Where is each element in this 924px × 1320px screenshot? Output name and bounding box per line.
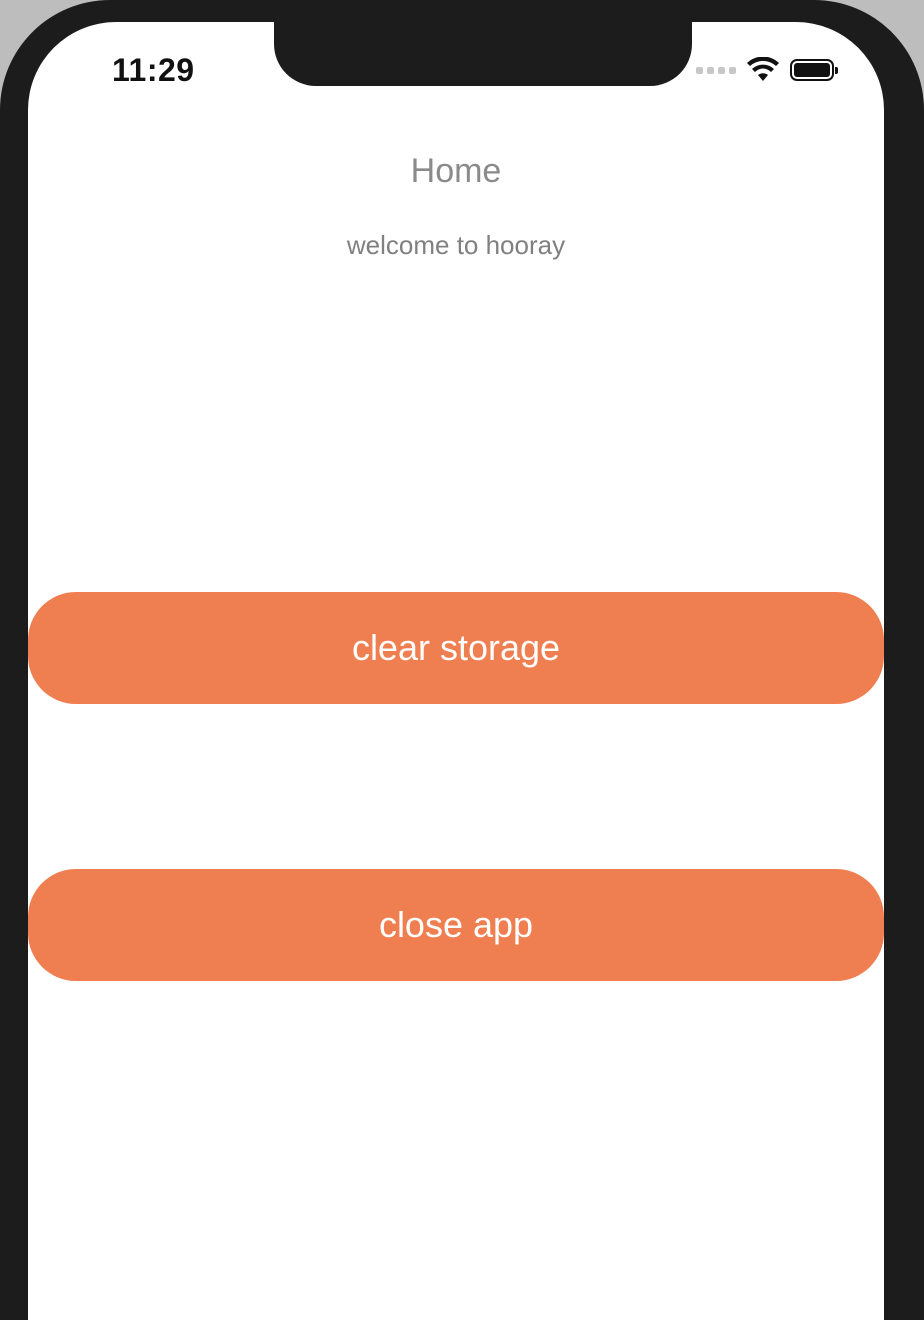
wifi-icon (747, 57, 779, 81)
battery-icon (790, 59, 838, 81)
clear-storage-button[interactable]: clear storage (28, 592, 884, 704)
welcome-text: welcome to hooray (346, 230, 566, 260)
app-screen: 11:29 Home welcome to hooray clear stora… (28, 22, 884, 1320)
page-title: Home (410, 152, 502, 190)
close-app-button[interactable]: close app (28, 869, 884, 981)
device-notch (274, 22, 692, 86)
status-icons (696, 56, 838, 84)
status-time: 11:29 (112, 52, 195, 88)
device-frame: 11:29 Home welcome to hooray clear stora… (0, 0, 924, 1320)
cellular-signal-icon (696, 66, 736, 74)
